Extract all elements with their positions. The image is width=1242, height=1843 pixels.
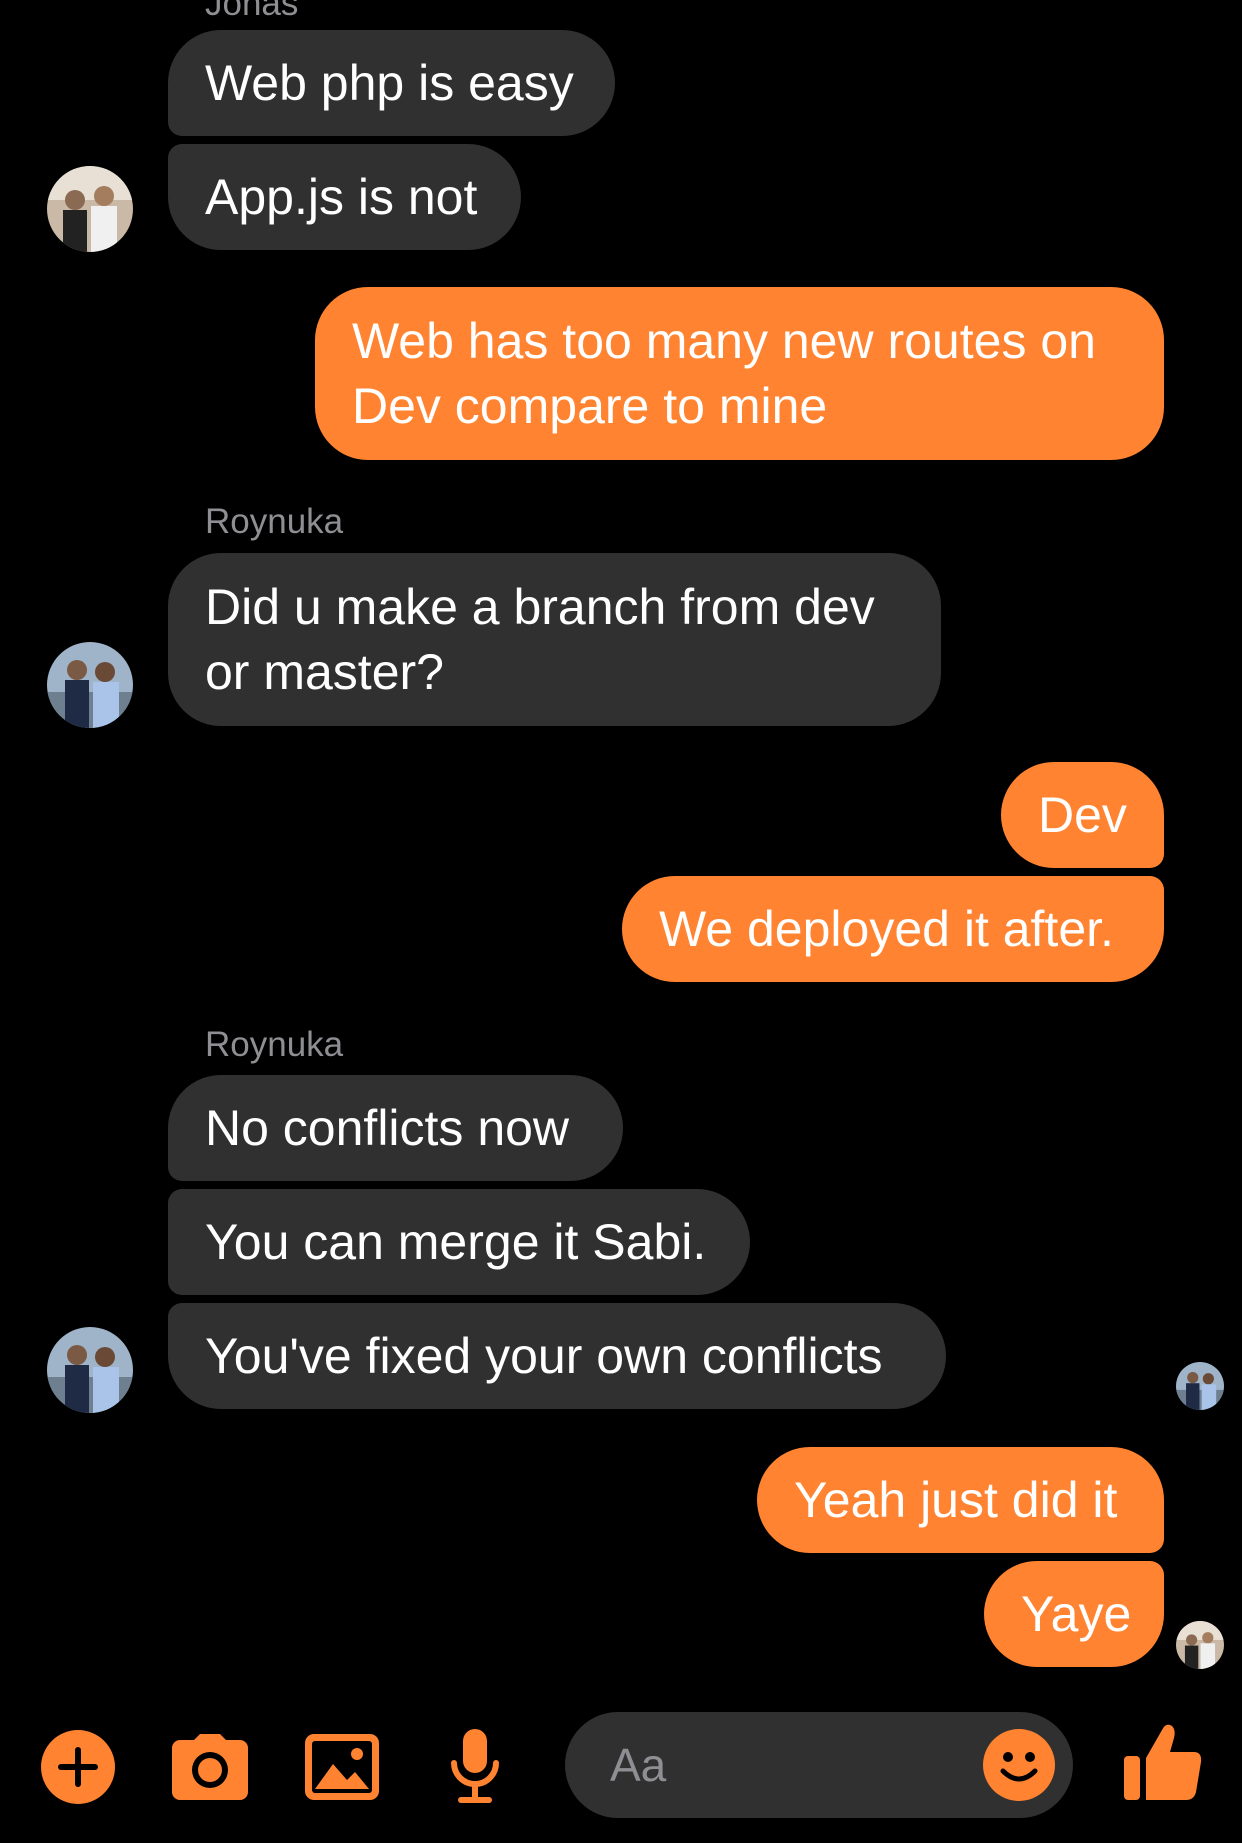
read-receipt-avatar xyxy=(1176,1621,1224,1669)
message-bubble-incoming[interactable]: You've fixed your own conflicts xyxy=(168,1303,946,1409)
camera-icon[interactable] xyxy=(170,1727,250,1807)
thumbs-up-icon[interactable] xyxy=(1123,1722,1203,1802)
message-bubble-outgoing[interactable]: Yeah just did it xyxy=(757,1447,1164,1553)
avatar-roynuka[interactable] xyxy=(47,1327,133,1413)
message-bubble-outgoing[interactable]: We deployed it after. xyxy=(622,876,1164,982)
plus-icon[interactable] xyxy=(38,1727,118,1807)
message-bubble-outgoing[interactable]: Yaye xyxy=(984,1561,1164,1667)
microphone-icon[interactable] xyxy=(435,1727,515,1807)
message-bubble-outgoing[interactable]: Dev xyxy=(1001,762,1164,868)
sender-name-roynuka: Roynuka xyxy=(205,502,344,541)
message-bubble-incoming[interactable]: Did u make a branch from dev or master? xyxy=(168,553,941,726)
message-bubble-incoming[interactable]: You can merge it Sabi. xyxy=(168,1189,750,1295)
image-icon[interactable] xyxy=(302,1727,382,1807)
avatar-roynuka[interactable] xyxy=(47,642,133,728)
read-receipt-avatar xyxy=(1176,1362,1224,1410)
message-bubble-incoming[interactable]: Web php is easy xyxy=(168,30,615,136)
sender-name-jonas: Jonas xyxy=(205,0,299,23)
message-input-placeholder: Aa xyxy=(610,1739,667,1791)
avatar-jonas[interactable] xyxy=(47,166,133,252)
message-bubble-incoming[interactable]: No conflicts now xyxy=(168,1075,623,1181)
message-input[interactable]: Aa xyxy=(565,1712,1073,1818)
message-bubble-incoming[interactable]: App.js is not xyxy=(168,144,521,250)
message-bubble-outgoing[interactable]: Web has too many new routes on Dev compa… xyxy=(315,287,1164,460)
emoji-icon[interactable] xyxy=(983,1729,1055,1801)
sender-name-roynuka: Roynuka xyxy=(205,1025,344,1064)
